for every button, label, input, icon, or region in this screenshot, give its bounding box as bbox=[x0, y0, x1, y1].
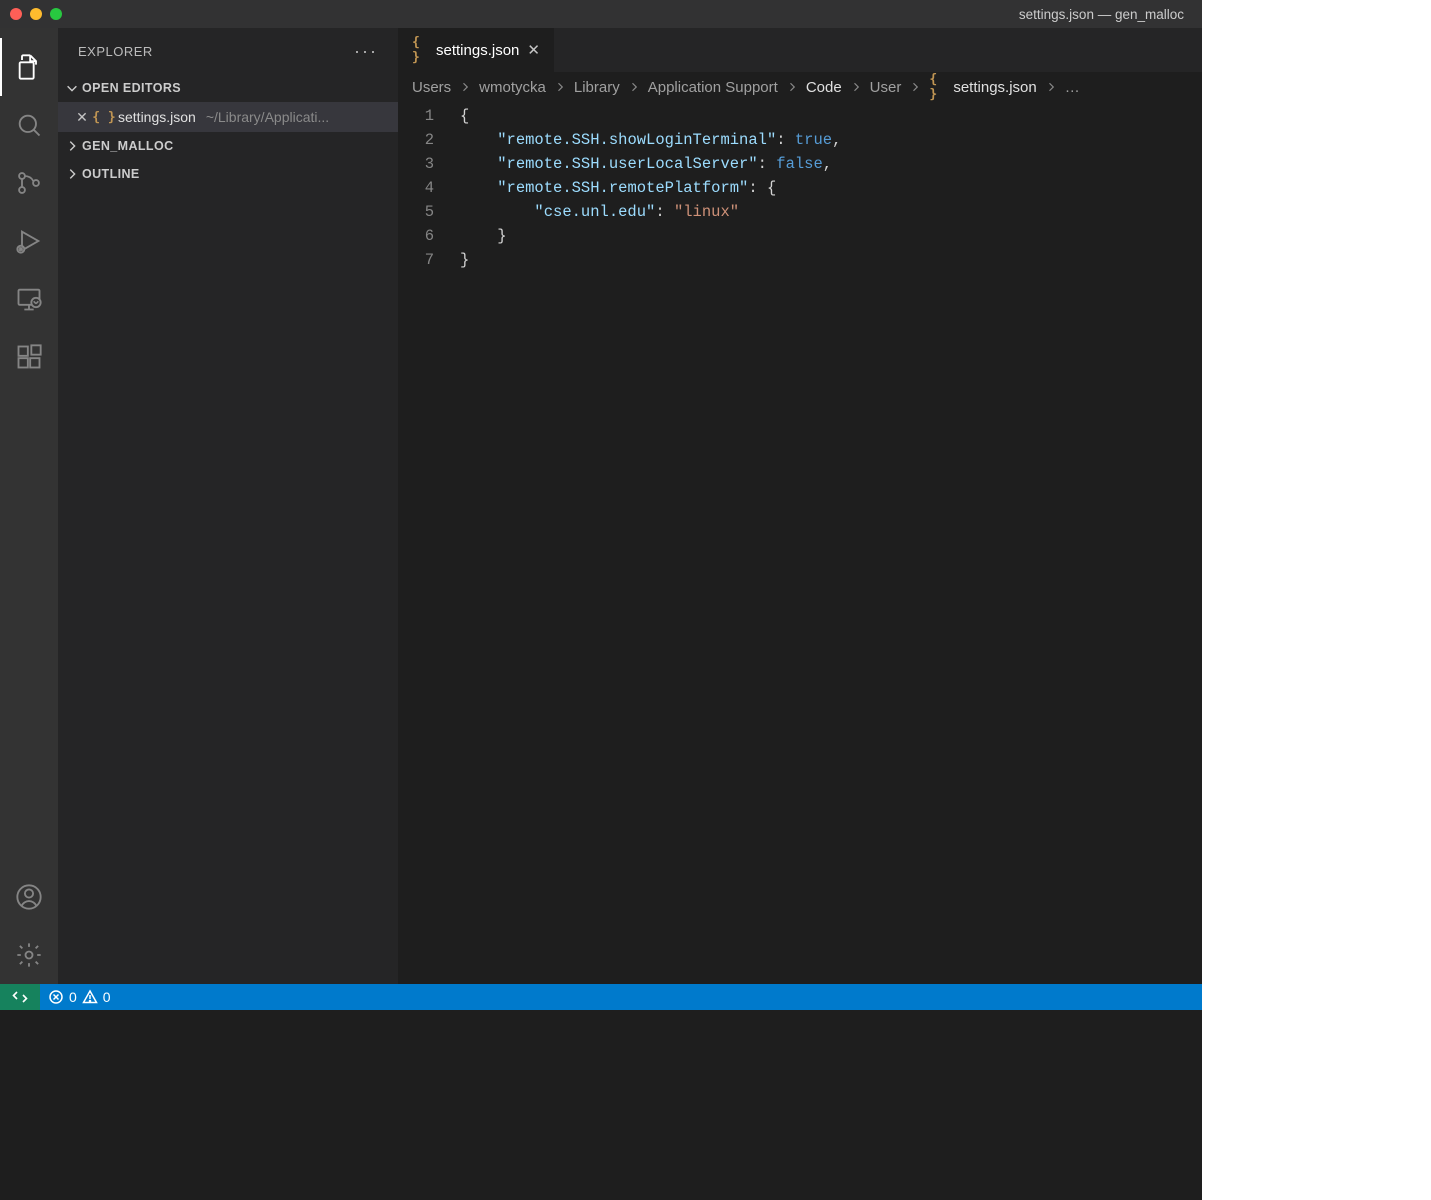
activity-bar bbox=[0, 28, 58, 984]
remote-indicator[interactable] bbox=[0, 984, 40, 1010]
titlebar: settings.json — gen_malloc bbox=[0, 0, 1202, 28]
chevron-right-icon bbox=[459, 81, 471, 93]
tab-settings-json[interactable]: { } settings.json ✕ bbox=[398, 28, 555, 72]
accounts-icon[interactable] bbox=[0, 868, 58, 926]
code-editor[interactable]: 1234567 { "remote.SSH.showLoginTerminal"… bbox=[398, 102, 1202, 984]
warning-count: 0 bbox=[103, 989, 111, 1005]
line-number: 4 bbox=[398, 176, 434, 200]
breadcrumb-trailing[interactable]: … bbox=[1065, 79, 1080, 96]
sidebar: EXPLORER ··· OPEN EDITORS ✕ { } settings… bbox=[58, 28, 398, 984]
json-file-icon: { } bbox=[96, 109, 112, 125]
code-line[interactable]: "remote.SSH.remotePlatform": { bbox=[460, 176, 1202, 200]
error-icon bbox=[48, 989, 64, 1005]
section-outline-label: OUTLINE bbox=[82, 167, 140, 181]
line-number: 7 bbox=[398, 248, 434, 272]
editor-area: { } settings.json ✕ Users wmotycka Library… bbox=[398, 28, 1202, 984]
section-workspace-label: GEN_MALLOC bbox=[82, 139, 174, 153]
code-line[interactable]: "remote.SSH.userLocalServer": false, bbox=[460, 152, 1202, 176]
chevron-right-icon bbox=[628, 81, 640, 93]
breadcrumb-segment[interactable]: Library bbox=[574, 79, 620, 96]
chevron-right-icon bbox=[850, 81, 862, 93]
line-number: 6 bbox=[398, 224, 434, 248]
status-problems[interactable]: 0 0 bbox=[40, 984, 119, 1010]
editor-tabs: { } settings.json ✕ bbox=[398, 28, 1202, 72]
source-control-icon[interactable] bbox=[0, 154, 58, 212]
code-line[interactable]: "remote.SSH.showLoginTerminal": true, bbox=[460, 128, 1202, 152]
window-minimize-button[interactable] bbox=[30, 8, 42, 20]
section-outline[interactable]: OUTLINE bbox=[58, 160, 398, 188]
open-editor-filename: settings.json bbox=[118, 109, 196, 125]
sidebar-title: EXPLORER bbox=[78, 44, 153, 59]
line-number: 2 bbox=[398, 128, 434, 152]
json-file-icon: { } bbox=[929, 79, 945, 95]
section-open-editors[interactable]: OPEN EDITORS bbox=[58, 74, 398, 102]
breadcrumb-segment[interactable]: Users bbox=[412, 79, 451, 96]
statusbar: 0 0 bbox=[0, 984, 1202, 1010]
search-icon[interactable] bbox=[0, 96, 58, 154]
explorer-icon[interactable] bbox=[0, 38, 58, 96]
line-number: 1 bbox=[398, 104, 434, 128]
code-line[interactable]: "cse.unl.edu": "linux" bbox=[460, 200, 1202, 224]
code-line[interactable]: } bbox=[460, 248, 1202, 272]
close-icon[interactable]: ✕ bbox=[527, 41, 540, 59]
code-line[interactable]: } bbox=[460, 224, 1202, 248]
settings-gear-icon[interactable] bbox=[0, 926, 58, 984]
section-workspace[interactable]: GEN_MALLOC bbox=[58, 132, 398, 160]
chevron-down-icon bbox=[64, 81, 80, 95]
error-count: 0 bbox=[69, 989, 77, 1005]
chevron-right-icon bbox=[64, 167, 80, 181]
window-title: settings.json — gen_malloc bbox=[1019, 7, 1184, 22]
chevron-right-icon bbox=[64, 139, 80, 153]
open-editor-filepath: ~/Library/Applicati... bbox=[206, 109, 329, 125]
breadcrumb[interactable]: Users wmotycka Library Application Support C… bbox=[398, 72, 1202, 102]
window-close-button[interactable] bbox=[10, 8, 22, 20]
tab-label: settings.json bbox=[436, 42, 519, 59]
window-maximize-button[interactable] bbox=[50, 8, 62, 20]
run-debug-icon[interactable] bbox=[0, 212, 58, 270]
chevron-right-icon bbox=[909, 81, 921, 93]
chevron-right-icon bbox=[1045, 81, 1057, 93]
warning-icon bbox=[82, 989, 98, 1005]
chevron-right-icon bbox=[554, 81, 566, 93]
breadcrumb-segment[interactable]: User bbox=[870, 79, 902, 96]
breadcrumb-segment[interactable]: Code bbox=[806, 79, 842, 96]
close-icon[interactable]: ✕ bbox=[74, 109, 90, 126]
code-line[interactable]: { bbox=[460, 104, 1202, 128]
chevron-right-icon bbox=[786, 81, 798, 93]
line-number: 5 bbox=[398, 200, 434, 224]
extensions-icon[interactable] bbox=[0, 328, 58, 386]
remote-explorer-icon[interactable] bbox=[0, 270, 58, 328]
breadcrumb-segment[interactable]: Application Support bbox=[648, 79, 778, 96]
sidebar-more-icon[interactable]: ··· bbox=[354, 41, 378, 62]
line-number: 3 bbox=[398, 152, 434, 176]
breadcrumb-file[interactable]: settings.json bbox=[953, 79, 1036, 96]
section-open-editors-label: OPEN EDITORS bbox=[82, 81, 181, 95]
breadcrumb-segment[interactable]: wmotycka bbox=[479, 79, 546, 96]
json-file-icon: { } bbox=[412, 42, 428, 58]
open-editor-item[interactable]: ✕ { } settings.json ~/Library/Applicati.… bbox=[58, 102, 398, 132]
